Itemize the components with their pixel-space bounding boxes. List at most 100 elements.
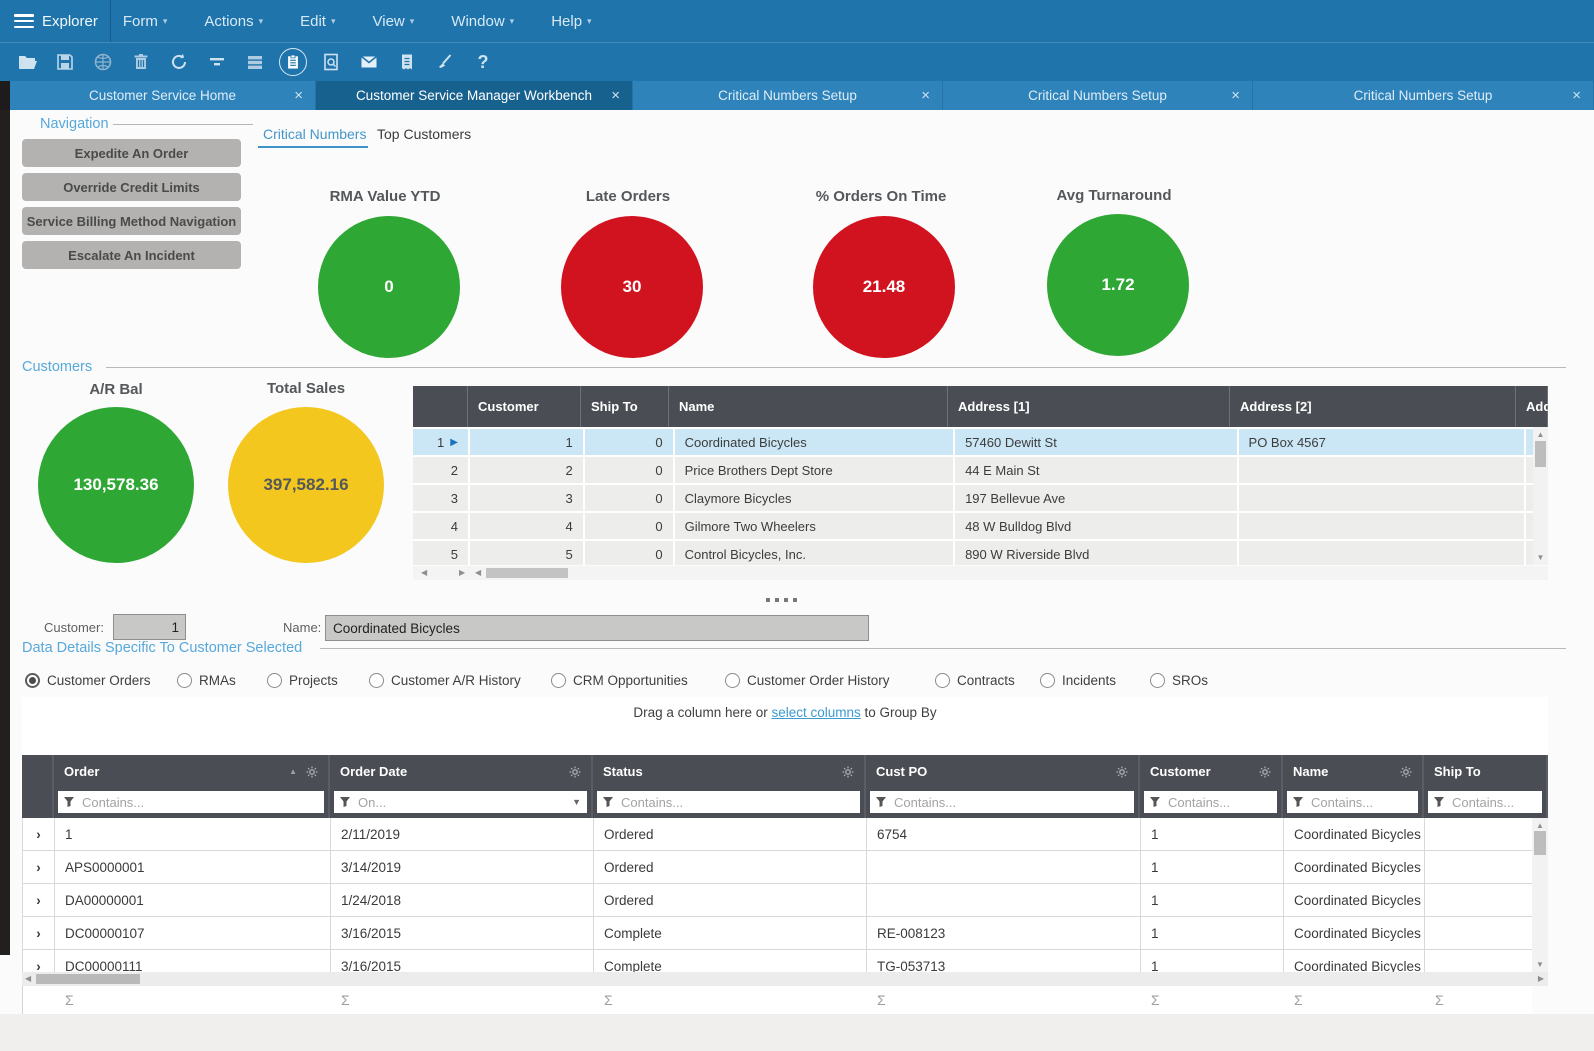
radio-customer-order-history[interactable]: Customer Order History	[725, 673, 890, 688]
column-header-address-1[interactable]: Address [1]	[948, 386, 1230, 427]
refresh-icon[interactable]	[165, 48, 193, 76]
service-billing-method-navigation-button[interactable]: Service Billing Method Navigation	[22, 207, 241, 235]
expedite-an-order-button[interactable]: Expedite An Order	[22, 139, 241, 167]
close-icon[interactable]: ×	[611, 88, 620, 103]
radio-customer-ar-history[interactable]: Customer A/R History	[369, 673, 521, 688]
scrollbar-thumb[interactable]	[486, 568, 568, 578]
tab-customer-service-home[interactable]: Customer Service Home ×	[10, 81, 316, 110]
radio-incidents[interactable]: Incidents	[1040, 673, 1116, 688]
order-date-filter-input[interactable]	[334, 791, 587, 813]
column-header-cust-po[interactable]: Cust PO	[866, 755, 1140, 788]
column-header-name[interactable]: Name	[1283, 755, 1424, 788]
customer-row[interactable]: 5 5 0 Control Bicycles, Inc. 890 W River…	[413, 541, 1548, 565]
row-expand-icon[interactable]: ›	[23, 851, 55, 883]
scroll-up-icon[interactable]: ▲	[1533, 430, 1548, 439]
filter-rows-icon[interactable]	[203, 48, 231, 76]
cust-po-filter-input[interactable]	[870, 791, 1134, 813]
column-options-gear-icon[interactable]	[842, 766, 854, 778]
close-icon[interactable]: ×	[1231, 88, 1240, 103]
customer-row[interactable]: 3 3 0 Claymore Bicycles 197 Bellevue Ave	[413, 485, 1548, 511]
column-header-order[interactable]: Order ▲	[54, 755, 330, 788]
radio-projects[interactable]: Projects	[267, 673, 338, 688]
menu-edit[interactable]: Edit▾	[300, 13, 335, 30]
order-filter-input[interactable]	[58, 791, 324, 813]
menu-help[interactable]: Help▾	[551, 13, 591, 30]
orders-grid-vertical-scrollbar[interactable]: ▲ ▼	[1532, 818, 1548, 972]
column-header-address-3[interactable]: Add	[1516, 386, 1548, 427]
close-icon[interactable]: ×	[1572, 88, 1581, 103]
close-icon[interactable]: ×	[921, 88, 930, 103]
customer-row[interactable]: 2 2 0 Price Brothers Dept Store 44 E Mai…	[413, 457, 1548, 483]
tab-top-customers[interactable]: Top Customers	[377, 126, 471, 142]
column-header-status[interactable]: Status	[593, 755, 866, 788]
orders-grid-horizontal-scrollbar[interactable]: ◀ ▶	[22, 972, 1548, 986]
style-brush-icon[interactable]	[431, 48, 459, 76]
list-view-icon[interactable]	[241, 48, 269, 76]
scrollbar-thumb[interactable]	[1535, 441, 1546, 467]
customers-grid-horizontal-scrollbar[interactable]: ◀ ▶ ◀	[413, 566, 1548, 580]
column-header-order-date[interactable]: Order Date	[330, 755, 593, 788]
radio-rmas[interactable]: RMAs	[177, 673, 236, 688]
scrollbar-thumb[interactable]	[1534, 831, 1546, 855]
scroll-left-icon[interactable]: ◀	[475, 568, 481, 577]
order-row[interactable]: › DA00000001 1/24/2018 Ordered 1 Coordin…	[23, 884, 1548, 917]
group-by-bar[interactable]: Drag a column here or select columns to …	[22, 697, 1548, 755]
tab-critical-numbers[interactable]: Critical Numbers	[263, 126, 366, 142]
order-row[interactable]: › DC00000111 3/16/2015 Complete TG-05371…	[23, 950, 1548, 972]
name-field-input[interactable]	[325, 615, 869, 641]
tab-critical-numbers-setup-1[interactable]: Critical Numbers Setup ×	[633, 81, 943, 110]
radio-crm-opportunities[interactable]: CRM Opportunities	[551, 673, 688, 688]
open-folder-icon[interactable]	[13, 48, 41, 76]
column-options-gear-icon[interactable]	[1116, 766, 1128, 778]
tab-critical-numbers-setup-2[interactable]: Critical Numbers Setup ×	[943, 81, 1253, 110]
customers-grid-vertical-scrollbar[interactable]: ▲ ▼	[1533, 427, 1548, 565]
column-header-name[interactable]: Name	[669, 386, 948, 427]
tab-customer-service-manager-workbench[interactable]: Customer Service Manager Workbench ×	[316, 81, 633, 110]
column-header-ship-to[interactable]: Ship To	[581, 386, 669, 427]
network-globe-icon[interactable]	[89, 48, 117, 76]
scroll-right-icon[interactable]: ▶	[1538, 974, 1544, 983]
override-credit-limits-button[interactable]: Override Credit Limits	[22, 173, 241, 201]
scroll-down-icon[interactable]: ▼	[1533, 553, 1548, 562]
tab-critical-numbers-setup-3[interactable]: Critical Numbers Setup ×	[1253, 81, 1594, 110]
customer-row-selected[interactable]: 1▶ 1 0 Coordinated Bicycles 57460 Dewitt…	[413, 429, 1548, 455]
column-header-address-2[interactable]: Address [2]	[1230, 386, 1516, 427]
order-row[interactable]: › 1 2/11/2019 Ordered 6754 1 Coordinated…	[23, 818, 1548, 851]
column-options-gear-icon[interactable]	[1259, 766, 1271, 778]
hamburger-menu-icon[interactable]	[14, 14, 34, 28]
column-header-rownum[interactable]	[413, 386, 468, 427]
chevron-down-icon[interactable]: ▼	[572, 797, 581, 807]
save-icon[interactable]	[51, 48, 79, 76]
menu-window[interactable]: Window▾	[451, 13, 514, 30]
scroll-left-icon[interactable]: ◀	[25, 974, 31, 983]
invoice-memo-icon[interactable]	[393, 48, 421, 76]
column-options-gear-icon[interactable]	[1400, 766, 1412, 778]
scroll-right-icon[interactable]: ▶	[459, 568, 465, 577]
delete-trash-icon[interactable]	[127, 48, 155, 76]
status-filter-input[interactable]	[597, 791, 860, 813]
column-options-gear-icon[interactable]	[569, 766, 581, 778]
print-preview-icon[interactable]	[317, 48, 345, 76]
column-header-customer[interactable]: Customer	[468, 386, 581, 427]
email-envelope-icon[interactable]	[355, 48, 383, 76]
scrollbar-thumb[interactable]	[36, 974, 140, 984]
customer-field-input[interactable]	[113, 614, 186, 640]
menu-view[interactable]: View▾	[373, 13, 415, 30]
scroll-left-icon[interactable]: ◀	[421, 568, 427, 577]
close-icon[interactable]: ×	[294, 88, 303, 103]
explorer-menu[interactable]: Explorer	[42, 13, 98, 30]
scroll-down-icon[interactable]: ▼	[1532, 960, 1548, 969]
row-expand-icon[interactable]: ›	[23, 950, 55, 972]
splitter-handle[interactable]	[766, 598, 797, 602]
schedule-clipboard-icon[interactable]	[279, 48, 307, 76]
radio-sros[interactable]: SROs	[1150, 673, 1208, 688]
column-header-ship-to[interactable]: Ship To	[1424, 755, 1548, 788]
order-row[interactable]: › APS0000001 3/14/2019 Ordered 1 Coordin…	[23, 851, 1548, 884]
menu-form[interactable]: Form▾	[123, 13, 168, 30]
help-question-icon[interactable]: ?	[469, 48, 497, 76]
column-options-gear-icon[interactable]	[306, 766, 318, 778]
scroll-up-icon[interactable]: ▲	[1532, 821, 1548, 830]
select-columns-link[interactable]: select columns	[771, 705, 860, 720]
escalate-an-incident-button[interactable]: Escalate An Incident	[22, 241, 241, 269]
row-expand-icon[interactable]: ›	[23, 818, 55, 850]
